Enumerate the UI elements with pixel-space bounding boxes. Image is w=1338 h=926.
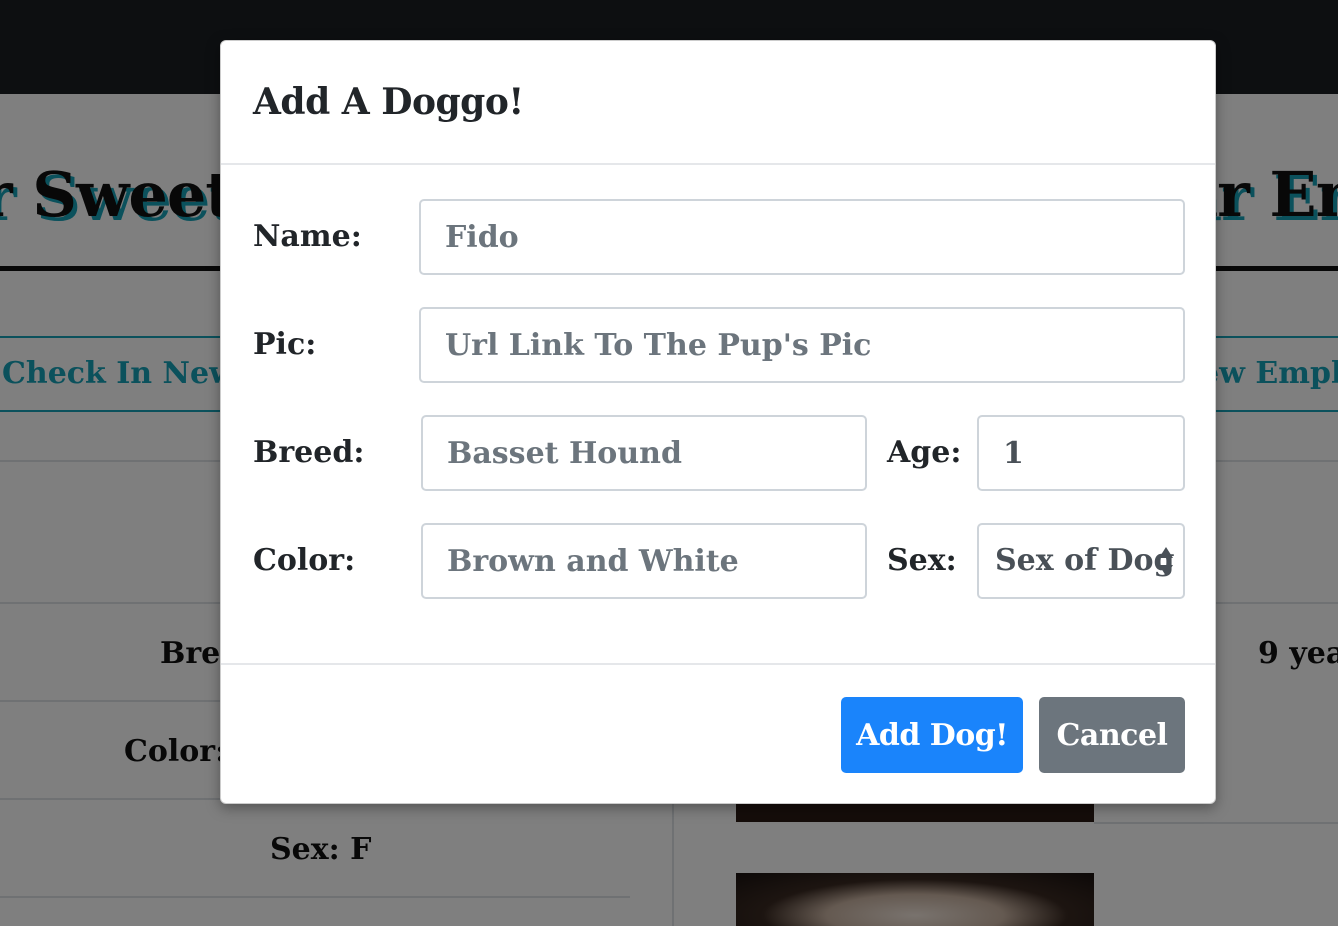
age-input[interactable] — [977, 415, 1185, 491]
sex-label: Sex: — [887, 543, 957, 578]
cancel-button[interactable]: Cancel — [1039, 697, 1185, 773]
add-dog-modal: Add A Doggo! Name: Pic: Breed: Age: Colo… — [220, 40, 1216, 804]
sex-select-value: Sex of Dog — [995, 543, 1175, 578]
modal-header: Add A Doggo! — [221, 41, 1215, 165]
pic-label: Pic: — [253, 327, 317, 362]
sort-arrows-icon — [1159, 547, 1173, 577]
name-label: Name: — [253, 219, 362, 254]
add-dog-button[interactable]: Add Dog! — [841, 697, 1023, 773]
modal-title: Add A Doggo! — [253, 81, 524, 123]
name-input[interactable] — [419, 199, 1185, 275]
age-label: Age: — [887, 435, 962, 470]
breed-label: Breed: — [253, 435, 365, 470]
pic-url-input[interactable] — [419, 307, 1185, 383]
color-input[interactable] — [421, 523, 867, 599]
color-label: Color: — [253, 543, 356, 578]
sex-select[interactable]: Sex of Dog — [977, 523, 1185, 599]
breed-input[interactable] — [421, 415, 867, 491]
